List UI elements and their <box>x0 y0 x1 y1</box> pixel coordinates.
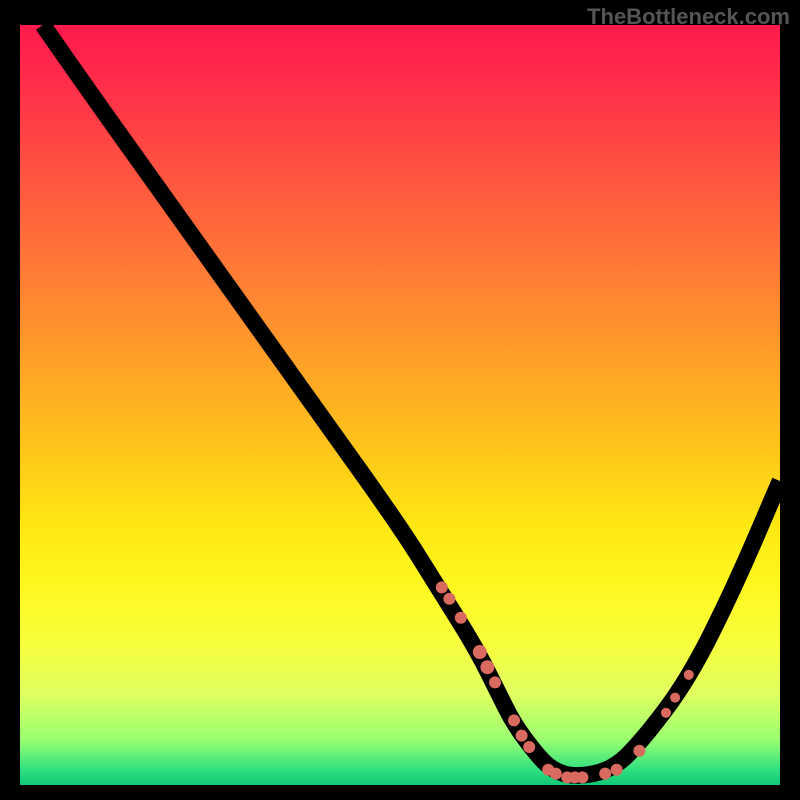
bottleneck-curve <box>43 25 780 776</box>
curve-marker <box>436 581 448 593</box>
curve-markers <box>436 581 694 783</box>
curve-marker <box>599 768 611 780</box>
curve-marker <box>611 764 623 776</box>
curve-marker <box>576 771 588 783</box>
curve-marker <box>508 714 520 726</box>
curve-marker <box>684 670 694 680</box>
curve-marker <box>661 708 671 718</box>
curve-marker <box>516 730 528 742</box>
curve-marker <box>489 676 501 688</box>
watermark-text: TheBottleneck.com <box>587 4 790 30</box>
curve-marker <box>443 593 455 605</box>
curve-marker <box>633 745 645 757</box>
curve-marker <box>473 645 487 659</box>
curve-marker <box>550 768 562 780</box>
curve-marker <box>523 741 535 753</box>
curve-marker <box>455 612 467 624</box>
chart-svg <box>20 25 780 785</box>
curve-marker <box>670 693 680 703</box>
curve-marker <box>480 660 494 674</box>
chart-plot-area <box>20 25 780 785</box>
